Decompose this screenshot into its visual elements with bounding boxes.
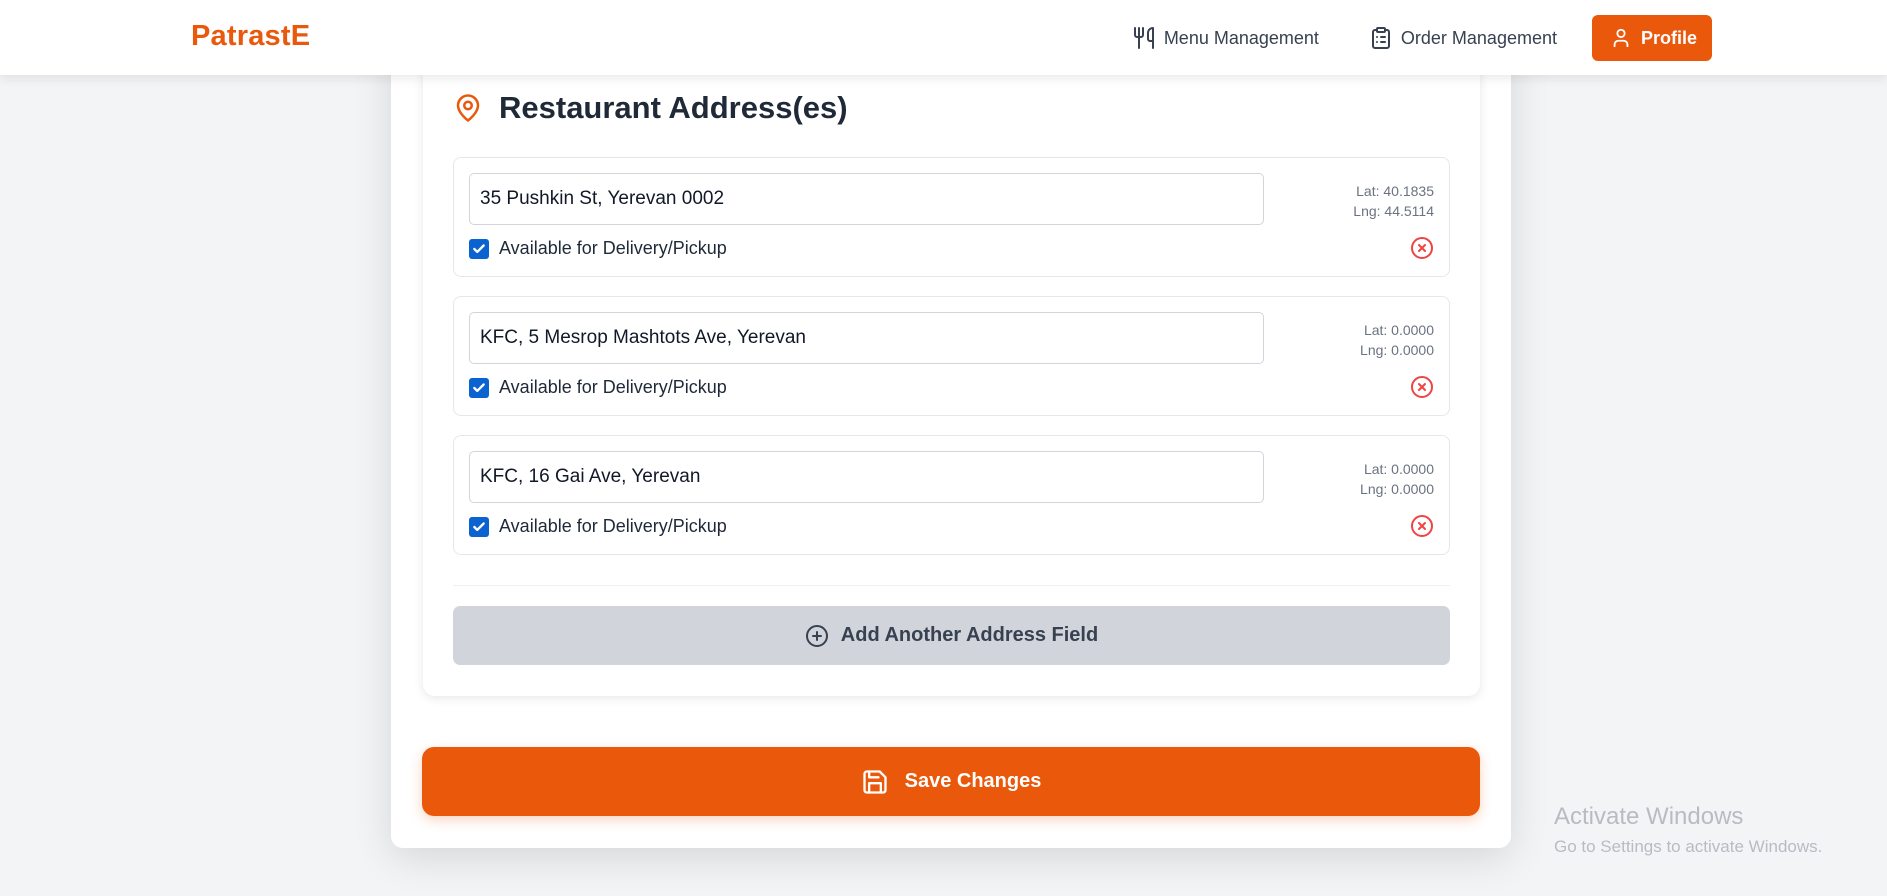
address-input[interactable]: 35 Pushkin St, Yerevan 0002 [469,173,1264,225]
windows-activation-watermark: Activate Windows Go to Settings to activ… [1554,803,1822,857]
watermark-subtitle: Go to Settings to activate Windows. [1554,837,1823,856]
availability-toggle[interactable]: Available for Delivery/Pickup [469,238,727,259]
availability-toggle[interactable]: Available for Delivery/Pickup [469,377,727,398]
section-title: Restaurant Address(es) [499,90,848,125]
save-changes-label: Save Changes [904,770,1042,792]
check-icon [473,243,485,253]
address-input[interactable]: KFC, 16 Gai Ave, Yerevan [469,451,1264,503]
save-icon [862,769,887,794]
section-heading: Restaurant Address(es) [453,90,848,126]
profile-button[interactable]: Profile [1591,15,1712,61]
utensils-icon [1133,27,1154,49]
save-changes-button[interactable]: Save Changes [422,747,1480,816]
latitude-text: Lat: 40.1835 [1356,183,1434,199]
profile-button-label: Profile [1640,27,1697,48]
latitude-text: Lat: 0.0000 [1363,461,1434,477]
nav-order-management[interactable]: Order Management [1344,15,1582,61]
remove-address-icon[interactable] [1410,236,1434,260]
nav-menu-management-label: Menu Management [1163,27,1319,48]
coordinates-readout: Lat: 0.0000 Lng: 0.0000 [1360,459,1434,499]
address-row: KFC, 16 Gai Ave, Yerevan Lat: 0.0000 Lng… [453,435,1450,555]
address-row: KFC, 5 Mesrop Mashtots Ave, Yerevan Lat:… [453,296,1450,416]
availability-label: Available for Delivery/Pickup [499,377,727,397]
longitude-text: Lng: 0.0000 [1360,481,1434,497]
brand-logo[interactable]: PatrastE [191,20,310,53]
nav-order-management-label: Order Management [1400,27,1557,48]
remove-address-icon[interactable] [1410,514,1434,538]
nav-menu-management[interactable]: Menu Management [1107,15,1344,61]
availability-checkbox[interactable] [469,238,489,259]
availability-label: Available for Delivery/Pickup [499,238,727,258]
user-icon [1613,28,1629,48]
address-input[interactable]: KFC, 5 Mesrop Mashtots Ave, Yerevan [469,312,1264,364]
address-row: 35 Pushkin St, Yerevan 0002 Lat: 40.1835… [453,157,1450,277]
longitude-text: Lng: 44.5114 [1353,203,1434,219]
section-divider [453,585,1450,586]
availability-checkbox[interactable] [469,377,489,398]
watermark-title: Activate Windows [1554,803,1744,830]
longitude-text: Lng: 0.0000 [1360,342,1434,358]
add-address-button[interactable]: Add Another Address Field [453,606,1450,665]
check-icon [473,382,485,392]
clipboard-list-icon [1371,27,1390,49]
availability-toggle[interactable]: Available for Delivery/Pickup [469,516,727,537]
latitude-text: Lat: 0.0000 [1363,322,1434,338]
availability-checkbox[interactable] [469,516,489,537]
main-nav: Menu Management Order Management Profile [1107,15,1712,61]
check-icon [473,521,485,531]
add-address-label: Add Another Address Field [840,624,1099,646]
top-navbar: PatrastE Menu Management Order Managemen… [0,0,1887,75]
plus-circle-icon [805,624,828,647]
availability-label: Available for Delivery/Pickup [499,516,727,536]
coordinates-readout: Lat: 40.1835 Lng: 44.5114 [1353,181,1434,221]
coordinates-readout: Lat: 0.0000 Lng: 0.0000 [1360,320,1434,360]
remove-address-icon[interactable] [1410,375,1434,399]
map-pin-icon [456,94,480,122]
